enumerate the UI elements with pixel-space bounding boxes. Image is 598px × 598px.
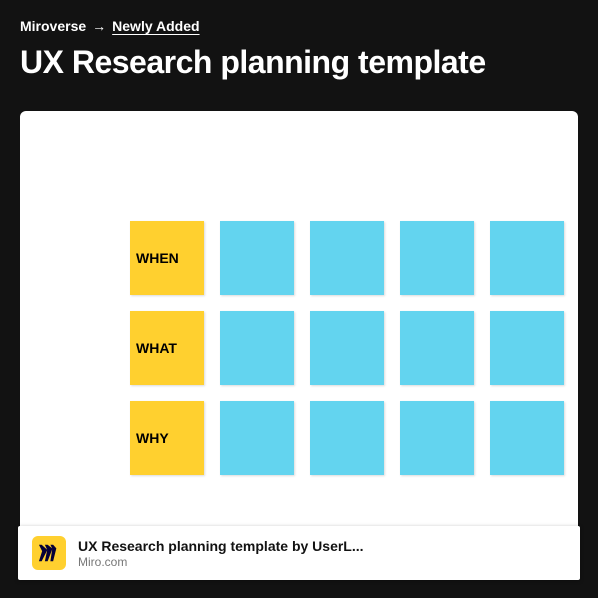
sticky-note-blank[interactable] [310,401,384,475]
sticky-note-label[interactable]: WHY [130,401,204,475]
sticky-note-blank[interactable] [400,401,474,475]
page-title: UX Research planning template [20,44,578,81]
link-card-title: UX Research planning template by UserL..… [78,538,364,554]
sticky-note-blank[interactable] [490,311,564,385]
breadcrumb: Miroverse → Newly Added [20,18,578,34]
sticky-note-label[interactable]: WHAT [130,311,204,385]
sticky-note-blank[interactable] [400,221,474,295]
sticky-note-blank[interactable] [220,311,294,385]
link-card-domain: Miro.com [78,555,364,569]
breadcrumb-current-link[interactable]: Newly Added [112,18,199,34]
sticky-row: WHY [130,401,564,475]
miro-logo-icon [32,536,66,570]
breadcrumb-root-link[interactable]: Miroverse [20,18,86,34]
sticky-row: WHAT [130,311,564,385]
sticky-note-blank[interactable] [310,311,384,385]
miro-board-preview[interactable]: WHEN WHAT WHY [20,111,578,541]
breadcrumb-arrow-icon: → [92,18,106,34]
sticky-note-blank[interactable] [220,221,294,295]
sticky-note-label[interactable]: WHEN [130,221,204,295]
sticky-note-blank[interactable] [400,311,474,385]
sticky-row: WHEN [130,221,564,295]
sticky-note-blank[interactable] [310,221,384,295]
sticky-note-grid: WHEN WHAT WHY [130,221,564,475]
sticky-note-blank[interactable] [220,401,294,475]
sticky-note-blank[interactable] [490,221,564,295]
link-preview-card[interactable]: UX Research planning template by UserL..… [18,526,580,580]
link-card-text: UX Research planning template by UserL..… [78,538,364,569]
page-header: Miroverse → Newly Added UX Research plan… [0,0,598,81]
sticky-note-blank[interactable] [490,401,564,475]
